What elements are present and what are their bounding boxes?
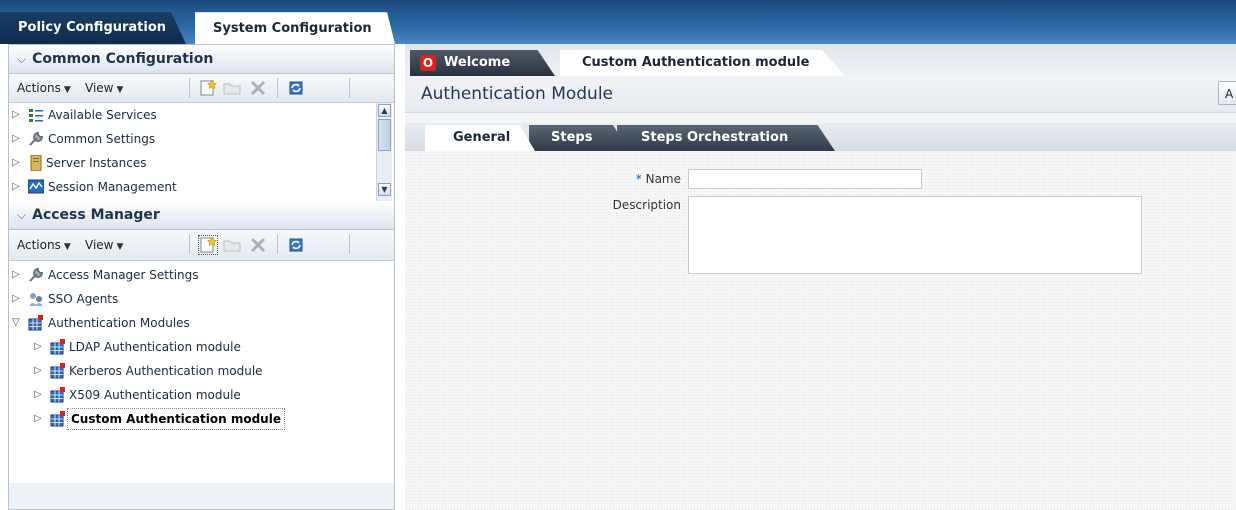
collapse-chevron-icon[interactable]: ⌵	[17, 208, 26, 222]
tree-item-label: X509 Authentication module	[69, 388, 241, 402]
general-form: * Name Description	[405, 151, 1236, 510]
delete-icon[interactable]	[249, 236, 267, 254]
module-grid-icon	[50, 339, 65, 355]
tree-item-label: Session Management	[48, 180, 177, 194]
tree-item-label: Available Services	[48, 108, 157, 122]
tab-steps[interactable]: Steps	[529, 125, 629, 151]
refresh-icon[interactable]	[287, 236, 305, 254]
tree-item-label: LDAP Authentication module	[69, 340, 241, 354]
description-field[interactable]	[688, 196, 1142, 274]
open-folder-icon[interactable]	[223, 236, 241, 254]
tree-item-label: SSO Agents	[48, 292, 119, 306]
tree-item-ldap-authentication-module[interactable]: ▷ LDAP Authentication module	[9, 335, 394, 359]
wrench-icon	[29, 267, 44, 282]
common-configuration-header[interactable]: ⌵ Common Configuration	[9, 45, 394, 74]
access-manager-toolbar: Actions ▼ View ▼	[9, 230, 394, 261]
tree-item-authentication-modules[interactable]: ▽ Authentication Modules	[9, 311, 394, 335]
section-title: Common Configuration	[32, 51, 214, 67]
page-tab-strip: O Welcome Custom Authentication module	[405, 44, 1236, 76]
apply-button[interactable]: A	[1218, 81, 1236, 105]
common-configuration-tree: ▷ Available Services ▷ Common Settings ▷…	[9, 103, 394, 201]
view-menu[interactable]: View ▼	[85, 81, 123, 95]
tree-item-label: Common Settings	[48, 132, 156, 146]
toolbar-divider	[189, 78, 190, 98]
tree-item-label: Kerberos Authentication module	[69, 364, 263, 378]
session-monitor-icon	[28, 179, 44, 194]
module-grid-icon	[28, 315, 43, 331]
refresh-icon[interactable]	[287, 79, 305, 97]
actions-menu[interactable]: Actions ▼	[17, 81, 71, 95]
expand-triangle-icon[interactable]: ▷	[34, 359, 42, 383]
tree-item-server-instances[interactable]: ▷ Server Instances	[9, 151, 394, 175]
access-manager-tree: ▷ Access Manager Settings ▷ SSO Agents ▽…	[9, 261, 394, 483]
module-grid-icon	[50, 411, 65, 427]
required-mark: *	[635, 172, 642, 186]
expand-triangle-icon[interactable]: ▷	[12, 127, 20, 151]
tab-system-configuration[interactable]: System Configuration	[195, 12, 395, 44]
actions-menu[interactable]: Actions ▼	[17, 238, 71, 252]
top-tab-bar: Policy Configuration System Configuratio…	[0, 0, 1236, 44]
tree-item-available-services[interactable]: ▷ Available Services	[9, 103, 394, 127]
expand-triangle-icon[interactable]: ▷	[12, 287, 20, 311]
create-new-icon[interactable]	[198, 235, 218, 255]
tab-steps-orchestration[interactable]: Steps Orchestration	[617, 125, 835, 151]
server-icon	[30, 155, 42, 171]
view-menu[interactable]: View ▼	[85, 238, 123, 252]
scroll-down-icon[interactable]: ▼	[378, 183, 391, 196]
section-title: Access Manager	[32, 207, 160, 223]
expand-triangle-icon[interactable]: ▷	[12, 103, 20, 127]
tree-item-session-management[interactable]: ▷ Session Management	[9, 175, 394, 199]
tree-item-label-selected: Custom Authentication module	[67, 408, 285, 430]
toolbar-divider	[349, 78, 350, 98]
description-label: Description	[612, 198, 681, 212]
expand-triangle-icon[interactable]: ▷	[34, 383, 42, 407]
tab-policy-configuration[interactable]: Policy Configuration	[0, 12, 186, 44]
tree-scrollbar[interactable]: ▲ ▼	[376, 103, 392, 201]
delete-icon[interactable]	[249, 79, 267, 97]
collapse-chevron-icon[interactable]: ⌵	[17, 52, 26, 66]
tree-item-label: Access Manager Settings	[48, 268, 199, 282]
agents-icon	[29, 293, 43, 306]
name-field[interactable]	[688, 169, 922, 189]
tree-item-custom-authentication-module[interactable]: ▷ Custom Authentication module	[9, 407, 394, 431]
create-new-icon[interactable]	[199, 79, 217, 97]
wrench-icon	[29, 131, 44, 146]
scroll-up-icon[interactable]: ▲	[378, 104, 391, 117]
module-grid-icon	[50, 387, 65, 403]
sub-tab-strip: Steps Orchestration Steps General	[405, 123, 1236, 151]
navigator-panel: ⌵ Common Configuration Actions ▼ View ▼ ▷ A…	[8, 44, 395, 510]
tab-welcome[interactable]: O Welcome	[410, 50, 555, 76]
expand-triangle-icon[interactable]: ▷	[12, 263, 20, 287]
toolbar-divider	[277, 78, 278, 98]
tab-custom-authentication-module[interactable]: Custom Authentication module	[560, 50, 845, 76]
tree-item-label: Server Instances	[46, 156, 147, 170]
tree-item-kerberos-authentication-module[interactable]: ▷ Kerberos Authentication module	[9, 359, 394, 383]
name-label: * Name	[635, 172, 681, 186]
common-configuration-toolbar: Actions ▼ View ▼	[9, 74, 394, 103]
page-header: Authentication Module A	[405, 76, 1236, 113]
expand-triangle-icon[interactable]: ▷	[34, 407, 42, 431]
main-content: O Welcome Custom Authentication module Au…	[405, 44, 1236, 510]
open-folder-icon[interactable]	[223, 79, 241, 97]
tree-item-access-manager-settings[interactable]: ▷ Access Manager Settings	[9, 263, 394, 287]
tab-label: Welcome	[444, 55, 511, 70]
toolbar-divider	[189, 234, 190, 254]
module-grid-icon	[50, 363, 65, 379]
toolbar-divider	[349, 234, 350, 254]
scroll-thumb[interactable]	[378, 119, 391, 151]
expand-triangle-icon[interactable]: ▷	[12, 175, 20, 199]
expand-triangle-icon[interactable]: ▷	[12, 151, 20, 175]
page-title: Authentication Module	[421, 84, 614, 104]
collapse-triangle-icon[interactable]: ▽	[12, 311, 20, 335]
oracle-logo-icon: O	[420, 55, 436, 71]
access-manager-header[interactable]: ⌵ Access Manager	[9, 201, 394, 230]
tree-item-common-settings[interactable]: ▷ Common Settings	[9, 127, 394, 151]
tree-item-label: Authentication Modules	[48, 316, 190, 330]
services-list-icon	[29, 109, 43, 122]
toolbar-divider	[277, 234, 278, 254]
expand-triangle-icon[interactable]: ▷	[34, 335, 42, 359]
tree-item-sso-agents[interactable]: ▷ SSO Agents	[9, 287, 394, 311]
tab-general[interactable]: General	[425, 125, 535, 151]
tree-item-x509-authentication-module[interactable]: ▷ X509 Authentication module	[9, 383, 394, 407]
